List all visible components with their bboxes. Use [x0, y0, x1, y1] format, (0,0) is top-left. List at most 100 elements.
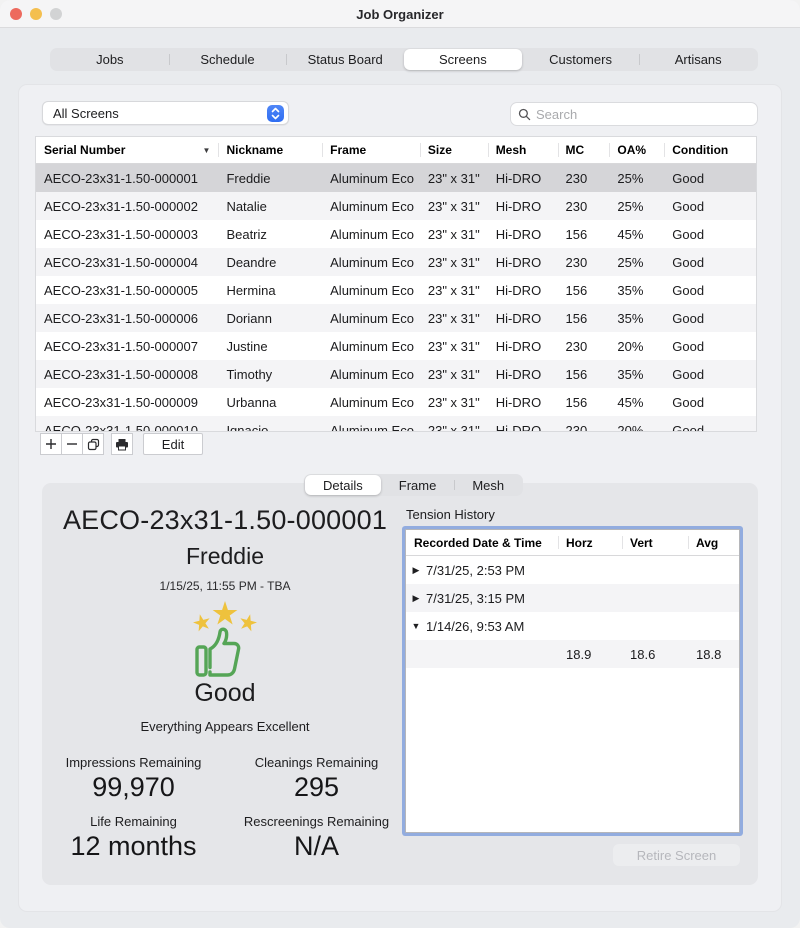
tension-row[interactable]: ▶7/31/25, 2:53 PM: [406, 556, 739, 584]
duplicate-screen-button[interactable]: [82, 433, 104, 455]
column-header-nickname[interactable]: Nickname: [218, 137, 322, 163]
window-title: Job Organizer: [0, 0, 800, 28]
cell-frame: Aluminum Eco: [322, 283, 420, 298]
disclosure-triangle[interactable]: ▼: [406, 621, 426, 631]
column-header-mc[interactable]: MC: [558, 137, 610, 163]
cell-frame: Aluminum Eco: [322, 395, 420, 410]
detail-tab-mesh[interactable]: Mesh: [454, 475, 522, 495]
cell-nickname: Hermina: [218, 283, 322, 298]
cell-condition: Good: [664, 311, 756, 326]
cell-serial: AECO-23x31-1.50-000001: [36, 171, 218, 186]
cell-size: 23" x 31": [420, 339, 488, 354]
cell-condition: Good: [664, 171, 756, 186]
edit-button[interactable]: Edit: [143, 433, 203, 455]
detail-serial-number: AECO-23x31-1.50-000001: [42, 505, 408, 536]
column-header-label: Frame: [330, 143, 366, 157]
stat-value: N/A: [225, 831, 408, 862]
tab-customers[interactable]: Customers: [522, 49, 640, 70]
detail-nickname: Freddie: [42, 543, 408, 570]
tension-column-header-vert[interactable]: Vert: [622, 530, 688, 555]
cell-mesh: Hi-DRO: [488, 283, 558, 298]
cell-condition: Good: [664, 367, 756, 382]
tab-schedule[interactable]: Schedule: [169, 49, 287, 70]
cell-oa: 25%: [609, 199, 664, 214]
cell-vert: 18.6: [622, 647, 688, 662]
cell-serial: AECO-23x31-1.50-000003: [36, 227, 218, 242]
stat-rescreenings-remaining: Rescreenings RemainingN/A: [225, 814, 408, 862]
cell-frame: Aluminum Eco: [322, 339, 420, 354]
column-header-label: Condition: [672, 143, 728, 157]
cell-nickname: Doriann: [218, 311, 322, 326]
search-input[interactable]: [536, 107, 757, 122]
table-row[interactable]: AECO-23x31-1.50-000009UrbannaAluminum Ec…: [36, 388, 756, 416]
stat-impressions-remaining: Impressions Remaining99,970: [42, 755, 225, 803]
cell-mc: 156: [558, 395, 610, 410]
cell-mesh: Hi-DRO: [488, 367, 558, 382]
condition-label: Good: [42, 679, 408, 708]
table-row[interactable]: AECO-23x31-1.50-000003BeatrizAluminum Ec…: [36, 220, 756, 248]
remove-screen-button[interactable]: [61, 433, 83, 455]
column-header-oa[interactable]: OA%: [609, 137, 664, 163]
screen-filter-popup[interactable]: All Screens: [42, 101, 289, 125]
table-row[interactable]: AECO-23x31-1.50-000004DeandreAluminum Ec…: [36, 248, 756, 276]
cell-oa: 25%: [609, 171, 664, 186]
tab-screens[interactable]: Screens: [404, 49, 522, 70]
column-header-mesh[interactable]: Mesh: [488, 137, 558, 163]
table-row[interactable]: AECO-23x31-1.50-000002NatalieAluminum Ec…: [36, 192, 756, 220]
cell-frame: Aluminum Eco: [322, 367, 420, 382]
cell-nickname: Justine: [218, 339, 322, 354]
cell-oa: 35%: [609, 367, 664, 382]
column-header-frame[interactable]: Frame: [322, 137, 420, 163]
screen-filter-value: All Screens: [53, 106, 119, 121]
cell-mc: 230: [558, 339, 610, 354]
sort-descending-icon: ▼: [203, 146, 211, 155]
column-header-serial-number[interactable]: Serial Number ▼: [36, 137, 218, 163]
table-row[interactable]: AECO-23x31-1.50-000007JustineAluminum Ec…: [36, 332, 756, 360]
disclosure-triangle[interactable]: ▶: [406, 565, 426, 576]
screen-summary: AECO-23x31-1.50-000001 Freddie 1/15/25, …: [42, 483, 408, 873]
disclosure-triangle[interactable]: ▶: [406, 593, 426, 604]
retire-screen-button[interactable]: Retire Screen: [613, 844, 740, 866]
cell-mesh: Hi-DRO: [488, 339, 558, 354]
tab-jobs[interactable]: Jobs: [51, 49, 169, 70]
screens-table: Serial Number ▼ Nickname Frame SizeMeshMCOA%…: [35, 136, 757, 432]
cell-size: 23" x 31": [420, 367, 488, 382]
cell-mc: 156: [558, 283, 610, 298]
table-row[interactable]: AECO-23x31-1.50-000010IgnacioAluminum Ec…: [36, 416, 756, 432]
column-header-condition[interactable]: Condition: [664, 137, 756, 163]
tension-row[interactable]: ▶7/31/25, 3:15 PM: [406, 584, 739, 612]
tension-column-header-horz[interactable]: Horz: [558, 530, 622, 555]
tension-row[interactable]: 18.918.618.8: [406, 640, 739, 668]
tension-row[interactable]: ▼1/14/26, 9:53 AM: [406, 612, 739, 640]
column-header-size[interactable]: Size: [420, 137, 488, 163]
search-field[interactable]: [510, 102, 758, 126]
condition-rating-icon: [42, 597, 408, 683]
screens-table-body: AECO-23x31-1.50-000001FreddieAluminum Ec…: [36, 164, 756, 432]
cell-nickname: Freddie: [218, 171, 322, 186]
column-header-label: Nickname: [226, 143, 283, 157]
cell-mesh: Hi-DRO: [488, 311, 558, 326]
print-button[interactable]: [111, 433, 133, 455]
tab-artisans[interactable]: Artisans: [639, 49, 757, 70]
table-row[interactable]: AECO-23x31-1.50-000005HerminaAluminum Ec…: [36, 276, 756, 304]
tab-status-board[interactable]: Status Board: [286, 49, 404, 70]
cell-mc: 156: [558, 311, 610, 326]
cell-nickname: Deandre: [218, 255, 322, 270]
cell-serial: AECO-23x31-1.50-000007: [36, 339, 218, 354]
cell-condition: Good: [664, 395, 756, 410]
table-row[interactable]: AECO-23x31-1.50-000001FreddieAluminum Ec…: [36, 164, 756, 192]
cell-frame: Aluminum Eco: [322, 171, 420, 186]
cell-condition: Good: [664, 339, 756, 354]
tension-column-header-avg[interactable]: Avg: [688, 530, 739, 555]
table-row[interactable]: AECO-23x31-1.50-000008TimothyAluminum Ec…: [36, 360, 756, 388]
column-header-label: Serial Number: [44, 143, 125, 157]
cell-size: 23" x 31": [420, 311, 488, 326]
tension-column-header-recorded-date-time[interactable]: Recorded Date & Time: [406, 530, 558, 555]
cell-size: 23" x 31": [420, 255, 488, 270]
add-screen-button[interactable]: [40, 433, 62, 455]
table-toolbar: Edit: [40, 433, 203, 455]
cell-mc: 230: [558, 423, 610, 433]
cell-oa: 20%: [609, 423, 664, 433]
table-row[interactable]: AECO-23x31-1.50-000006DoriannAluminum Ec…: [36, 304, 756, 332]
tension-history-table[interactable]: Recorded Date & TimeHorzVertAvg ▶7/31/25…: [405, 529, 740, 833]
